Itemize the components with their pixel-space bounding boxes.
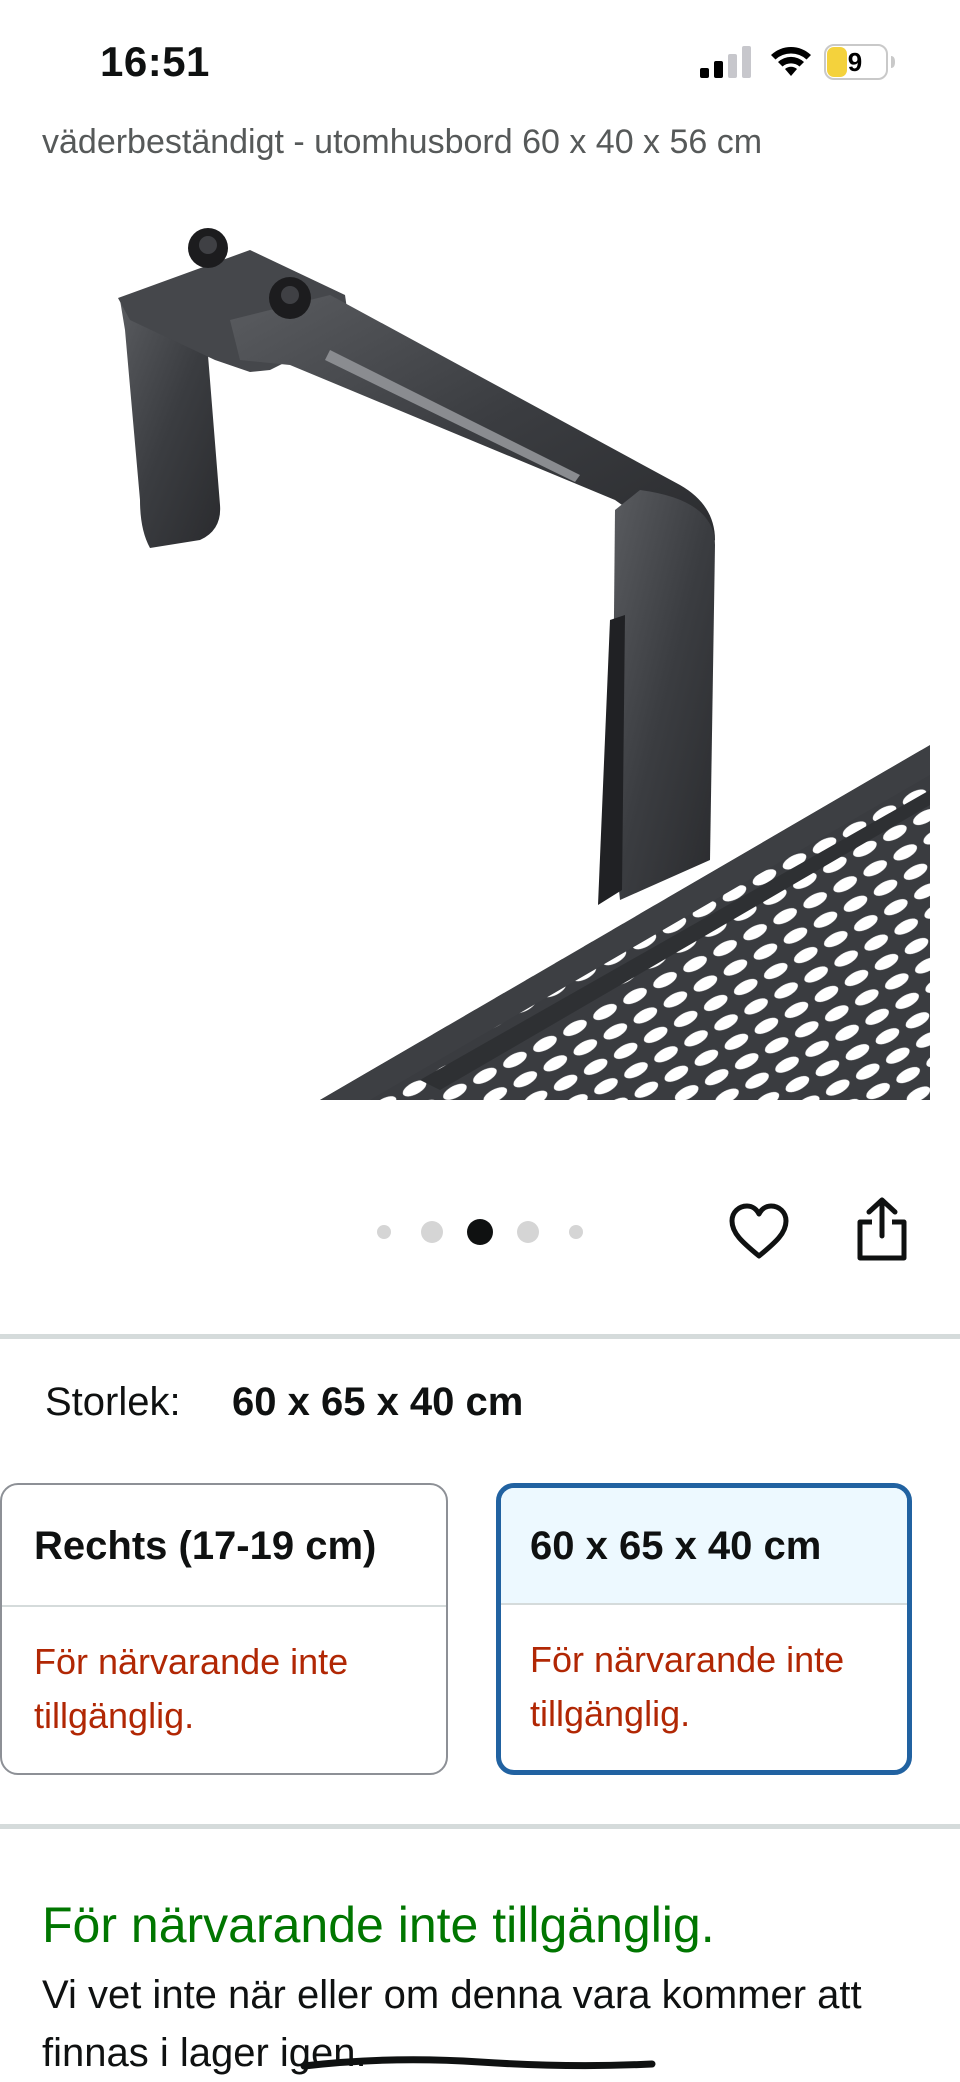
size-option-status: För närvarande inte tillgänglig. <box>530 1639 845 1734</box>
size-selected-value: 60 x 65 x 40 cm <box>232 1380 524 1424</box>
size-option-name: Rechts (17-19 cm) <box>2 1485 446 1607</box>
carousel-dot[interactable] <box>377 1225 391 1239</box>
size-option-name: 60 x 65 x 40 cm <box>501 1488 907 1605</box>
share-icon[interactable] <box>854 1196 910 1262</box>
carousel-dot[interactable] <box>421 1221 443 1243</box>
size-option-status: För närvarande inte tillgänglig. <box>34 1641 349 1736</box>
carousel-dot-active[interactable] <box>467 1219 493 1245</box>
size-option-rechts[interactable]: Rechts (17-19 cm) För närvarande inte ti… <box>0 1483 448 1775</box>
wifi-icon <box>771 47 811 76</box>
image-carousel-indicator[interactable] <box>370 1212 590 1252</box>
section-divider <box>0 1824 960 1829</box>
status-bar: 16:51 9 <box>0 0 960 110</box>
status-time: 16:51 <box>100 38 210 85</box>
availability-headline: För närvarande inte tillgänglig. <box>42 1897 715 1953</box>
section-divider <box>0 1334 960 1339</box>
battery-level: 9 <box>847 47 863 77</box>
size-option-60x65x40[interactable]: 60 x 65 x 40 cm För närvarande inte till… <box>496 1483 912 1775</box>
signal-icon <box>700 46 751 78</box>
product-image[interactable] <box>0 200 960 1100</box>
size-label: Storlek: <box>45 1380 181 1424</box>
scribble-mark <box>300 2056 656 2070</box>
heart-icon[interactable] <box>728 1202 790 1262</box>
battery-icon: 9 <box>824 44 896 80</box>
carousel-dot[interactable] <box>569 1225 583 1239</box>
product-title-line-2: väderbeständigt - utomhusbord 60 x 40 x … <box>42 123 763 161</box>
carousel-dot[interactable] <box>517 1221 539 1243</box>
